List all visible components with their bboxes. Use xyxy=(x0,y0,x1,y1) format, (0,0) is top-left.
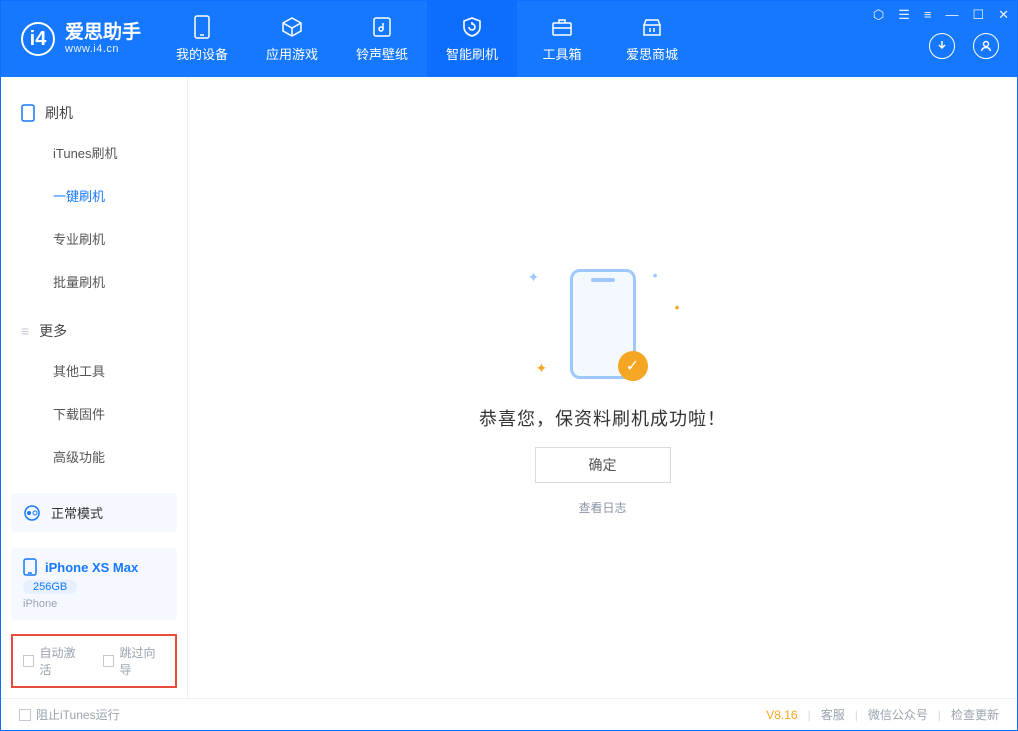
tab-label: 智能刷机 xyxy=(446,44,498,63)
menu-icon[interactable]: ≡ xyxy=(924,7,932,23)
device-card[interactable]: iPhone XS Max 256GB iPhone xyxy=(11,548,177,620)
phone-icon xyxy=(23,558,37,576)
block-itunes-checkbox[interactable]: 阻止iTunes运行 xyxy=(19,706,120,723)
music-file-icon xyxy=(370,15,394,39)
sidebar-item-itunes-flash[interactable]: iTunes刷机 xyxy=(1,131,187,174)
ok-button[interactable]: 确定 xyxy=(535,447,671,483)
device-mode-card[interactable]: 正常模式 xyxy=(11,493,177,532)
maximize-icon[interactable]: ☐ xyxy=(972,7,984,23)
auto-activate-checkbox[interactable]: 自动激活 xyxy=(23,644,85,678)
tab-label: 工具箱 xyxy=(543,44,582,63)
checkbox-label: 自动激活 xyxy=(39,644,85,678)
tab-store[interactable]: 爱思商城 xyxy=(607,1,697,77)
sidebar-item-oneclick-flash[interactable]: 一键刷机 xyxy=(1,174,187,217)
app-logo: i4 爱思助手 www.i4.cn xyxy=(1,22,157,56)
tab-label: 我的设备 xyxy=(176,44,228,63)
mode-icon xyxy=(23,504,41,522)
tab-label: 应用游戏 xyxy=(266,44,318,63)
refresh-shield-icon xyxy=(460,15,484,39)
header-right-icons xyxy=(929,33,999,59)
main-panel: ✦ • ✦ • ✓ 恭喜您，保资料刷机成功啦！ 确定 查看日志 xyxy=(188,77,1017,698)
tab-ringtones[interactable]: 铃声壁纸 xyxy=(337,1,427,77)
version-label: V8.16 xyxy=(766,708,797,722)
window-controls: ⬡ ☰ ≡ — ☐ ✕ xyxy=(873,7,1009,23)
app-body: 刷机 iTunes刷机 一键刷机 专业刷机 批量刷机 ≡ 更多 其他工具 下载固… xyxy=(1,77,1017,698)
sidebar-item-batch-flash[interactable]: 批量刷机 xyxy=(1,260,187,303)
cube-icon xyxy=(280,15,304,39)
mode-label: 正常模式 xyxy=(51,503,103,522)
support-link[interactable]: 客服 xyxy=(821,706,845,723)
phone-icon xyxy=(21,104,35,122)
sidebar-item-other-tools[interactable]: 其他工具 xyxy=(1,349,187,392)
toolbox-icon xyxy=(550,15,574,39)
sparkle-icon: ✦ xyxy=(536,360,548,377)
device-icon xyxy=(190,15,214,39)
sidebar-group-more: ≡ 更多 xyxy=(1,313,187,349)
view-log-link[interactable]: 查看日志 xyxy=(578,499,626,516)
sidebar: 刷机 iTunes刷机 一键刷机 专业刷机 批量刷机 ≡ 更多 其他工具 下载固… xyxy=(1,77,188,698)
success-message: 恭喜您，保资料刷机成功啦！ xyxy=(479,405,726,431)
sidebar-item-download-firmware[interactable]: 下载固件 xyxy=(1,392,187,435)
device-type-label: iPhone xyxy=(23,598,57,610)
sidebar-group-flash: 刷机 xyxy=(1,95,187,131)
wechat-link[interactable]: 微信公众号 xyxy=(868,706,928,723)
tshirt-icon[interactable]: ⬡ xyxy=(873,7,884,23)
group-title-label: 更多 xyxy=(39,321,67,341)
separator: | xyxy=(808,708,811,722)
sidebar-item-advanced[interactable]: 高级功能 xyxy=(1,435,187,478)
download-icon[interactable] xyxy=(929,33,955,59)
app-header: i4 爱思助手 www.i4.cn 我的设备 应用游戏 铃声壁纸 智能刷机 工具… xyxy=(1,1,1017,77)
tab-flash[interactable]: 智能刷机 xyxy=(427,1,517,77)
skip-guide-checkbox[interactable]: 跳过向导 xyxy=(103,644,165,678)
sparkle-icon: • xyxy=(675,299,680,315)
success-illustration: ✦ • ✦ • ✓ xyxy=(518,259,688,389)
flash-options-row: 自动激活 跳过向导 xyxy=(11,634,177,688)
separator: | xyxy=(855,708,858,722)
group-title-label: 刷机 xyxy=(45,103,73,123)
app-url: www.i4.cn xyxy=(65,43,141,55)
tab-my-device[interactable]: 我的设备 xyxy=(157,1,247,77)
app-name: 爱思助手 xyxy=(65,23,141,44)
user-icon[interactable] xyxy=(973,33,999,59)
separator: | xyxy=(938,708,941,722)
check-update-link[interactable]: 检查更新 xyxy=(951,706,999,723)
device-name-label: iPhone XS Max xyxy=(45,560,138,575)
more-icon: ≡ xyxy=(21,323,29,339)
tab-label: 铃声壁纸 xyxy=(356,44,408,63)
success-check-icon: ✓ xyxy=(618,351,648,381)
tab-label: 爱思商城 xyxy=(626,44,678,63)
logo-icon: i4 xyxy=(21,22,55,56)
tab-apps[interactable]: 应用游戏 xyxy=(247,1,337,77)
checkbox-label: 阻止iTunes运行 xyxy=(36,706,120,723)
close-icon[interactable]: ✕ xyxy=(998,7,1009,23)
sparkle-icon: • xyxy=(653,267,658,283)
minimize-icon[interactable]: — xyxy=(945,7,958,23)
checkbox-label: 跳过向导 xyxy=(119,644,165,678)
header-tabs: 我的设备 应用游戏 铃声壁纸 智能刷机 工具箱 爱思商城 xyxy=(157,1,697,77)
sparkle-icon: ✦ xyxy=(528,269,540,286)
list-icon[interactable]: ☰ xyxy=(898,7,910,23)
store-icon xyxy=(640,15,664,39)
tab-toolbox[interactable]: 工具箱 xyxy=(517,1,607,77)
storage-badge: 256GB xyxy=(23,580,77,594)
sidebar-item-pro-flash[interactable]: 专业刷机 xyxy=(1,217,187,260)
status-bar: 阻止iTunes运行 V8.16 | 客服 | 微信公众号 | 检查更新 xyxy=(1,698,1017,730)
